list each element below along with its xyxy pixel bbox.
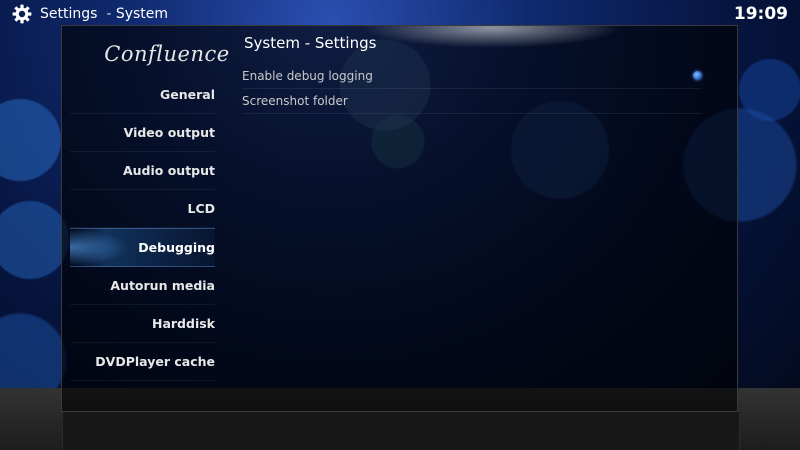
sidebar-item-autorun-media[interactable]: Autorun media [70, 267, 215, 305]
sidebar-item-label: Autorun media [110, 278, 215, 293]
top-bar: Settings - System 19:09 [0, 0, 800, 28]
breadcrumb-section: Settings [40, 6, 98, 22]
sidebar-item-label: Harddisk [152, 316, 215, 331]
sidebar-item-video-output[interactable]: Video output [70, 114, 215, 152]
setting-screenshot-folder[interactable]: Screenshot folder [242, 89, 702, 114]
sidebar-item-label: Video output [123, 125, 215, 140]
sidebar-item-audio-output[interactable]: Audio output [70, 152, 215, 190]
sidebar-item-harddisk[interactable]: Harddisk [70, 305, 215, 343]
breadcrumb: Settings - System [40, 5, 168, 23]
sidebar-item-dvdplayer-cache[interactable]: DVDPlayer cache [70, 343, 215, 381]
sidebar: General Video output Audio output LCD De… [70, 76, 215, 381]
radio-toggle-icon[interactable] [693, 71, 702, 80]
bottom-bar-inner [62, 412, 740, 450]
confluence-logo: Confluence [104, 42, 230, 66]
breadcrumb-separator: - [106, 6, 112, 22]
sidebar-item-lcd[interactable]: LCD [70, 190, 215, 228]
sidebar-item-label: LCD [187, 201, 215, 216]
sidebar-item-label: Audio output [122, 163, 215, 178]
clock: 19:09 [733, 4, 788, 24]
settings-gear-icon [12, 4, 32, 24]
sidebar-item-label: General [160, 87, 215, 102]
setting-label: Screenshot folder [242, 94, 348, 108]
sidebar-item-label: DVDPlayer cache [95, 354, 215, 369]
sidebar-item-general[interactable]: General [70, 76, 215, 114]
page-title: System - Settings [244, 34, 377, 52]
settings-panel: Confluence General Video output Audio ou… [61, 25, 738, 412]
setting-label: Enable debug logging [242, 69, 373, 83]
sidebar-item-label: Debugging [138, 240, 215, 255]
setting-enable-debug-logging[interactable]: Enable debug logging [242, 64, 702, 89]
panel-glow [362, 26, 622, 48]
sidebar-item-debugging[interactable]: Debugging [70, 228, 215, 267]
breadcrumb-page: System [115, 6, 169, 22]
